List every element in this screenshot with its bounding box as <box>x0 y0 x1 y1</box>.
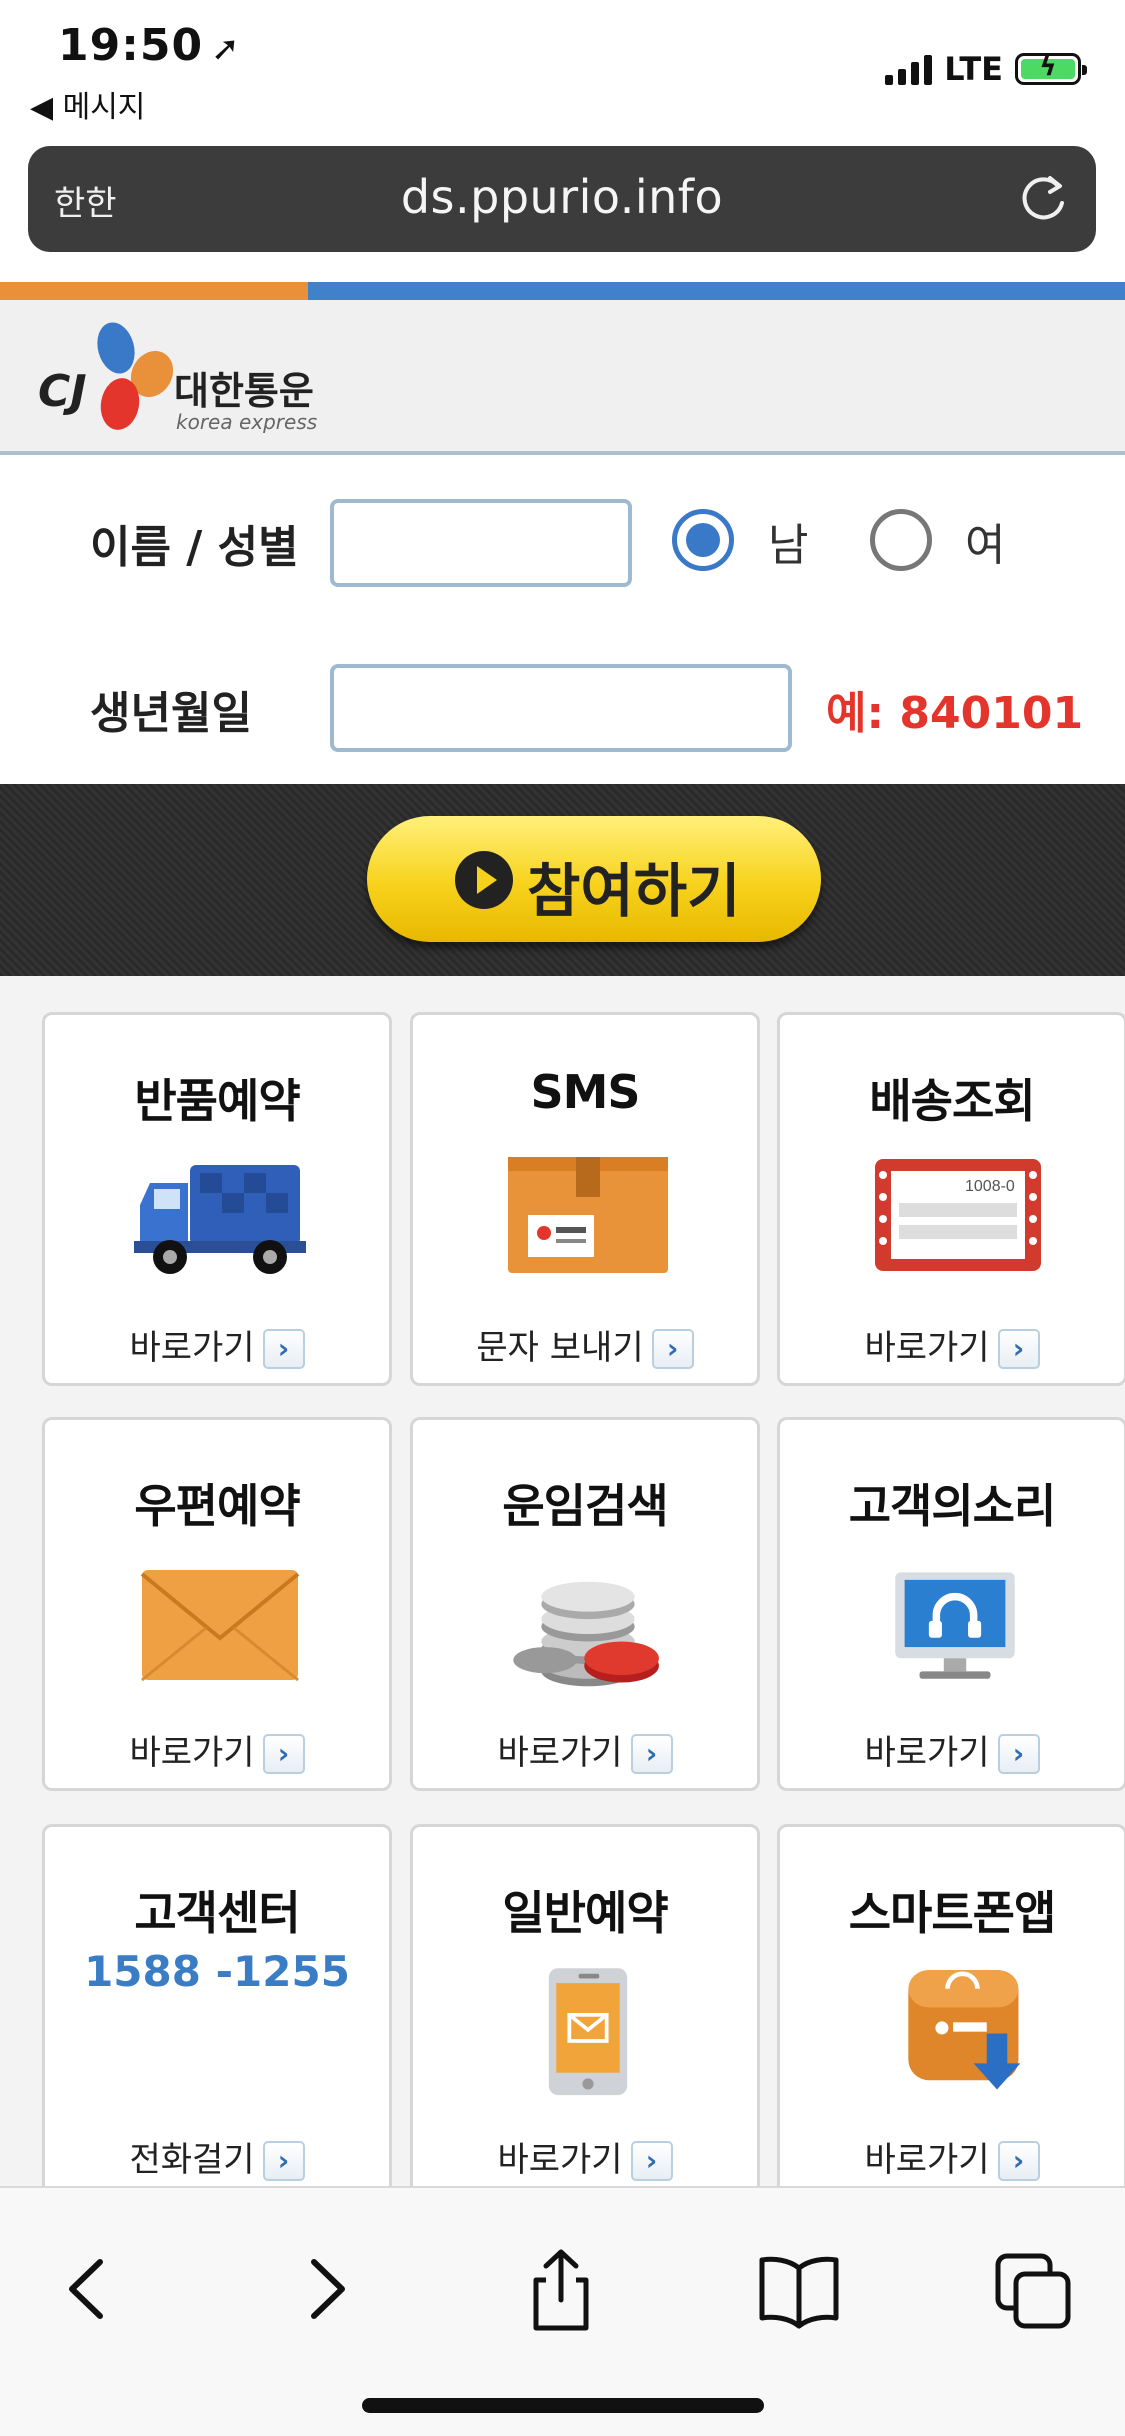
chevron-right-icon: › <box>997 2141 1040 2181</box>
chevron-right-icon: › <box>262 2141 305 2181</box>
chevron-right-icon: › <box>997 1734 1040 1774</box>
tile-title: 우편예약 <box>134 1479 300 1533</box>
battery-icon: ϟ <box>1015 52 1087 85</box>
chevron-right-icon: › <box>997 1329 1040 1369</box>
tile-title: 운임검색 <box>502 1479 668 1533</box>
status-time: 19:50 ➚ <box>58 20 241 71</box>
logo-mark: CJ <box>38 366 87 417</box>
tabs-icon[interactable] <box>988 2244 1078 2334</box>
participate-label: 참여하기 <box>527 857 741 925</box>
cj-flower-icon <box>97 322 174 430</box>
tracking-card-icon: 1008-0 <box>875 1159 1041 1271</box>
tile-link[interactable]: 바로가기 › <box>780 2132 1124 2181</box>
tile-general-reservation[interactable]: 일반예약 바로가기 › <box>410 1824 760 2186</box>
app-download-icon <box>908 1970 1021 2090</box>
back-to-app-link[interactable]: ◀ 메시지 <box>30 82 145 126</box>
browser-toolbar <box>0 2186 1125 2436</box>
tile-link[interactable]: 바로가기 › <box>413 2132 757 2181</box>
entry-form: 이름 / 성별 남 여 생년월일 예: 840101 <box>0 459 1125 784</box>
participate-button[interactable]: 참여하기 <box>367 816 821 942</box>
chevron-right-icon: › <box>262 1329 305 1369</box>
tile-title: SMS <box>530 1065 640 1119</box>
tile-link[interactable]: 바로가기 › <box>780 1320 1124 1369</box>
name-gender-label: 이름 / 성별 <box>90 522 299 573</box>
box-icon <box>508 1157 668 1273</box>
logo-subtitle: korea express <box>176 410 318 434</box>
cta-band: 참여하기 <box>0 784 1125 976</box>
coins-icon <box>513 1581 659 1687</box>
tile-title: 고객의소리 <box>848 1479 1057 1533</box>
name-input[interactable] <box>330 499 632 587</box>
url-text[interactable]: ds.ppurio.info <box>28 170 1096 224</box>
tile-link[interactable]: 바로가기 › <box>780 1725 1124 1774</box>
tile-customer-center[interactable]: 고객센터 1588 -1255 전화걸기 › <box>42 1824 392 2186</box>
truck-icon <box>134 1165 306 1274</box>
home-indicator <box>362 2398 764 2413</box>
chevron-right-icon: › <box>262 1734 305 1774</box>
tile-title: 반품예약 <box>134 1074 300 1128</box>
back-icon[interactable] <box>42 2244 132 2334</box>
chevron-right-icon: › <box>630 1734 673 1774</box>
chevron-right-icon: › <box>630 2141 673 2181</box>
logo-header: CJ 대한통운 korea express <box>0 300 1125 455</box>
accent-stripe <box>0 282 1125 300</box>
tile-fare-search[interactable]: 운임검색 바로가기 › <box>410 1417 760 1791</box>
tile-title: 일반예약 <box>502 1886 668 1940</box>
status-bar: 19:50 ➚ ◀ 메시지 LTE ϟ <box>0 0 1125 135</box>
share-icon[interactable] <box>516 2244 606 2334</box>
tile-return-reservation[interactable]: 반품예약 바로가기 › <box>42 1012 392 1386</box>
signal-icon <box>885 53 933 85</box>
play-icon <box>455 851 513 909</box>
logo-name: 대한통운 <box>174 369 314 413</box>
cj-logo[interactable]: CJ 대한통운 korea express <box>38 318 338 443</box>
gender-radio-male[interactable] <box>672 509 734 571</box>
network-type: LTE <box>944 50 1003 88</box>
gender-label-male: 남 <box>768 520 809 571</box>
tracking-card-number: 1008-0 <box>965 1178 1015 1195</box>
bookmarks-icon[interactable] <box>754 2244 844 2334</box>
service-grid: 반품예약 바로가기 › SMS 문자 보내기 › 배송조회 1008-0 바로가… <box>0 976 1125 2186</box>
tile-customer-voice[interactable]: 고객의소리 바로가기 › <box>777 1417 1125 1791</box>
tile-title: 스마트폰앱 <box>848 1886 1057 1940</box>
forward-icon[interactable] <box>282 2244 372 2334</box>
reload-icon[interactable] <box>1014 170 1072 228</box>
tile-link[interactable]: 전화걸기 › <box>45 2132 389 2181</box>
tile-title: 고객센터 <box>134 1886 300 1940</box>
tile-mail-reservation[interactable]: 우편예약 바로가기 › <box>42 1417 392 1791</box>
dob-example: 예: 840101 <box>826 688 1084 739</box>
phone-mail-icon <box>548 1968 628 2096</box>
envelope-icon <box>140 1570 300 1682</box>
status-indicators: LTE ϟ <box>885 50 1087 88</box>
tile-link[interactable]: 바로가기 › <box>45 1725 389 1774</box>
dob-input[interactable] <box>330 664 792 752</box>
location-arrow-icon: ➚ <box>211 29 241 69</box>
address-bar[interactable]: 한한 ds.ppurio.info <box>28 146 1096 252</box>
tile-link[interactable]: 바로가기 › <box>45 1320 389 1369</box>
tile-smartphone-app[interactable]: 스마트폰앱 바로가기 › <box>777 1824 1125 2186</box>
gender-radio-female[interactable] <box>870 509 932 571</box>
customer-center-phone[interactable]: 1588 -1255 <box>45 1947 389 1996</box>
dob-label: 생년월일 <box>90 688 252 739</box>
gender-label-female: 여 <box>965 520 1006 571</box>
monitor-headset-icon <box>895 1572 1015 1679</box>
tile-delivery-tracking[interactable]: 배송조회 1008-0 바로가기 › <box>777 1012 1125 1386</box>
tile-sms[interactable]: SMS 문자 보내기 › <box>410 1012 760 1386</box>
tile-link[interactable]: 문자 보내기 › <box>413 1320 757 1369</box>
tile-link[interactable]: 바로가기 › <box>413 1725 757 1774</box>
tile-title: 배송조회 <box>869 1074 1035 1128</box>
chevron-right-icon: › <box>651 1329 694 1369</box>
